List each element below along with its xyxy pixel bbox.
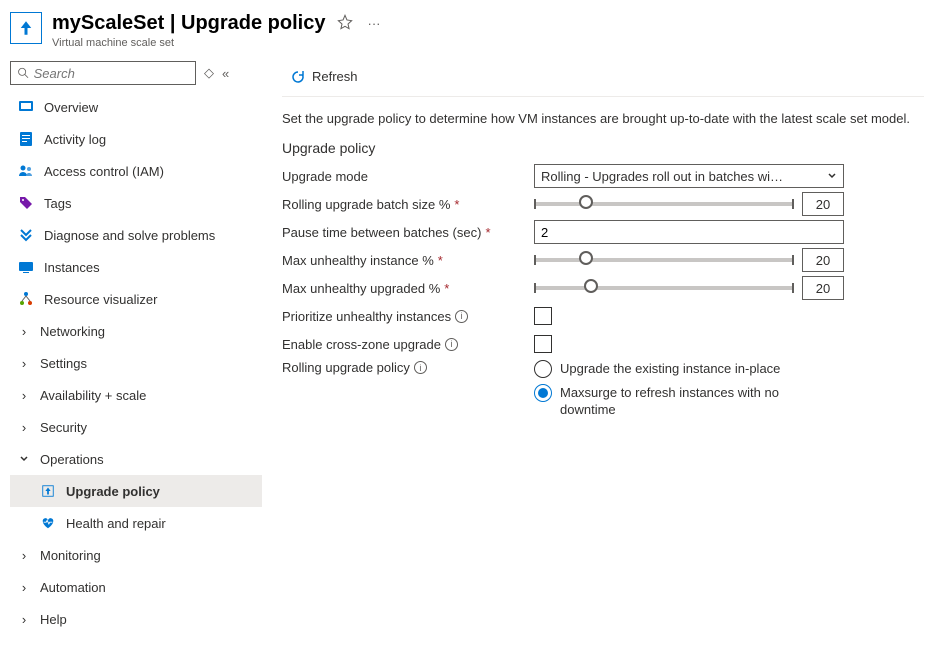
page-title: myScaleSet | Upgrade policy — [52, 12, 325, 35]
label-max-unhealthy: Max unhealthy instance % — [282, 253, 434, 268]
label-pause-time: Pause time between batches (sec) — [282, 225, 481, 240]
label-cross-zone: Enable cross-zone upgrade — [282, 337, 441, 352]
max-unhealthy-value[interactable]: 20 — [802, 248, 844, 272]
chevron-right-icon: › — [18, 389, 30, 401]
label-prioritize-unhealthy: Prioritize unhealthy instances — [282, 309, 451, 324]
search-box[interactable] — [10, 61, 196, 85]
chevron-right-icon: › — [18, 549, 30, 561]
sidebar-item-tags[interactable]: Tags — [10, 187, 262, 219]
info-icon[interactable]: i — [445, 338, 458, 351]
sidebar-item-access-control[interactable]: Access control (IAM) — [10, 155, 262, 187]
chevron-right-icon: › — [18, 325, 30, 337]
required-indicator: * — [438, 253, 443, 268]
sidebar-item-diagnose[interactable]: Diagnose and solve problems — [10, 219, 262, 251]
label-upgrade-mode: Upgrade mode — [282, 169, 368, 184]
sidebar-group-monitoring[interactable]: ›Monitoring — [10, 539, 262, 571]
description: Set the upgrade policy to determine how … — [282, 111, 924, 126]
label-rolling-policy: Rolling upgrade policy — [282, 360, 410, 375]
info-icon[interactable]: i — [414, 361, 427, 374]
sidebar-group-automation[interactable]: ›Automation — [10, 571, 262, 603]
sidebar-group-security[interactable]: ›Security — [10, 411, 262, 443]
sidebar-group-networking[interactable]: ›Networking — [10, 315, 262, 347]
refresh-button[interactable]: Refresh — [282, 65, 366, 89]
favorite-icon[interactable] — [337, 14, 353, 33]
section-title: Upgrade policy — [282, 140, 924, 156]
sidebar-item-instances[interactable]: Instances — [10, 251, 262, 283]
page-header: myScaleSet | Upgrade policy ··· Virtual … — [0, 0, 940, 57]
batch-size-slider[interactable] — [534, 196, 794, 212]
batch-size-value[interactable]: 20 — [802, 192, 844, 216]
label-batch-size: Rolling upgrade batch size % — [282, 197, 450, 212]
radio-maxsurge-label: Maxsurge to refresh instances with no do… — [560, 384, 820, 419]
sidebar: ◇ « Overview Activity log Access control… — [0, 57, 262, 635]
radio-inplace-label: Upgrade the existing instance in-place — [560, 360, 780, 378]
sidebar-group-operations[interactable]: Operations — [10, 443, 262, 475]
max-unhealthy-slider[interactable] — [534, 252, 794, 268]
radio-maxsurge[interactable] — [534, 384, 552, 402]
toolbar: Refresh — [282, 57, 924, 97]
page-subtitle: Virtual machine scale set — [52, 37, 380, 49]
diagnose-icon — [18, 227, 34, 243]
cross-zone-checkbox[interactable] — [534, 335, 552, 353]
sidebar-item-overview[interactable]: Overview — [10, 91, 262, 123]
search-input[interactable] — [34, 66, 189, 81]
more-icon[interactable]: ··· — [367, 16, 380, 31]
instances-icon — [18, 259, 34, 275]
visualizer-icon — [18, 291, 34, 307]
sidebar-group-settings[interactable]: ›Settings — [10, 347, 262, 379]
chevron-down-icon — [18, 453, 30, 465]
health-icon — [40, 515, 56, 531]
upgrade-mode-dropdown[interactable]: Rolling - Upgrades roll out in batches w… — [534, 164, 844, 188]
search-icon — [17, 66, 30, 80]
required-indicator: * — [485, 225, 490, 240]
collapse-sidebar-icon[interactable]: « — [222, 66, 229, 81]
label-max-unhealthy-upgraded: Max unhealthy upgraded % — [282, 281, 440, 296]
required-indicator: * — [444, 281, 449, 296]
chevron-right-icon: › — [18, 357, 30, 369]
resource-icon — [10, 12, 42, 44]
sidebar-item-health-repair[interactable]: Health and repair — [10, 507, 262, 539]
prioritize-unhealthy-checkbox[interactable] — [534, 307, 552, 325]
tag-icon — [18, 195, 34, 211]
required-indicator: * — [454, 197, 459, 212]
radio-inplace[interactable] — [534, 360, 552, 378]
log-icon — [18, 131, 34, 147]
main-content: Refresh Set the upgrade policy to determ… — [262, 57, 940, 635]
sidebar-item-activity-log[interactable]: Activity log — [10, 123, 262, 155]
max-unhealthy-upgraded-slider[interactable] — [534, 280, 794, 296]
sidebar-group-availability[interactable]: ›Availability + scale — [10, 379, 262, 411]
overview-icon — [18, 99, 34, 115]
chevron-right-icon: › — [18, 613, 30, 625]
pin-icon[interactable]: ◇ — [204, 65, 214, 81]
upgrade-icon — [40, 483, 56, 499]
pause-time-input[interactable] — [534, 220, 844, 244]
chevron-down-icon — [827, 171, 837, 181]
sidebar-item-resource-visualizer[interactable]: Resource visualizer — [10, 283, 262, 315]
info-icon[interactable]: i — [455, 310, 468, 323]
chevron-right-icon: › — [18, 421, 30, 433]
sidebar-group-help[interactable]: ›Help — [10, 603, 262, 635]
refresh-icon — [290, 69, 306, 85]
max-unhealthy-upgraded-value[interactable]: 20 — [802, 276, 844, 300]
sidebar-item-upgrade-policy[interactable]: Upgrade policy — [10, 475, 262, 507]
chevron-right-icon: › — [18, 581, 30, 593]
people-icon — [18, 163, 34, 179]
